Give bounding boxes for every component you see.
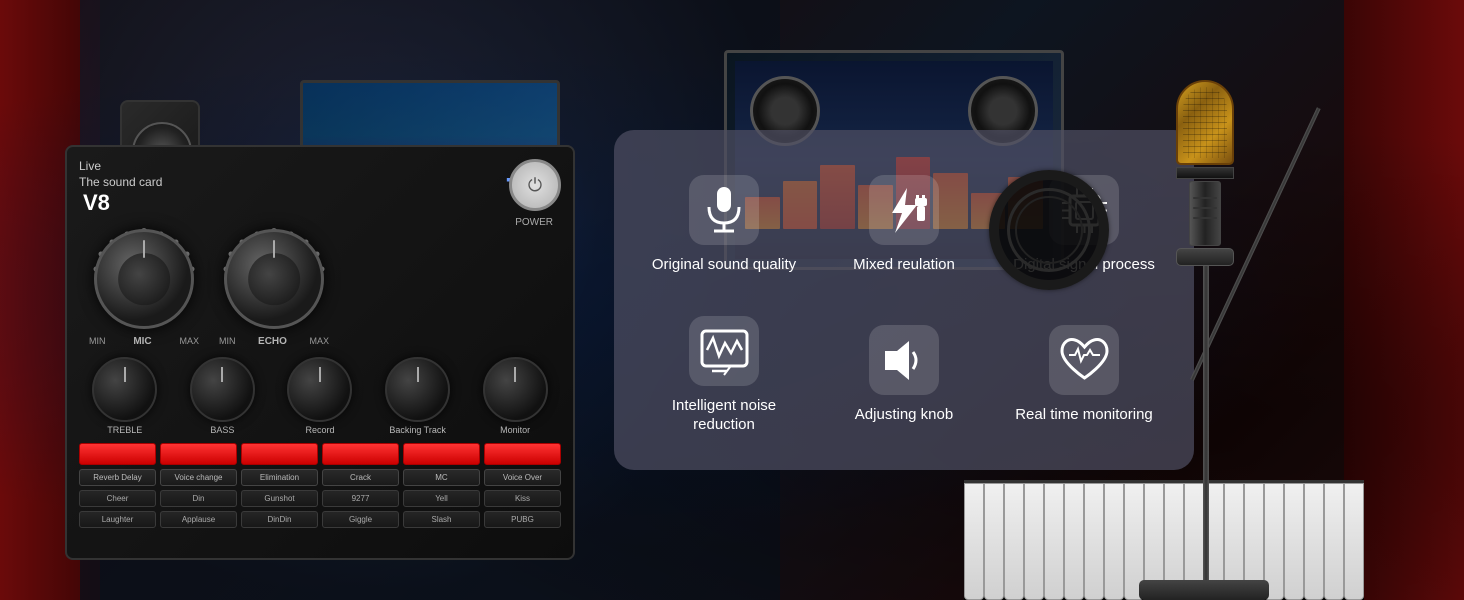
- piano-key: [1104, 483, 1124, 600]
- record-label: Record: [305, 425, 334, 435]
- red-buttons-row: [79, 443, 561, 465]
- effect-9277[interactable]: 9277: [322, 490, 399, 507]
- effects-row-3: Laughter Applause DinDin Giggle Slash PU…: [79, 511, 561, 528]
- feature-mixed-regulation: Mixed reulation: [814, 150, 994, 300]
- monitor-label: Monitor: [500, 425, 530, 435]
- echo-knob[interactable]: [224, 229, 324, 329]
- piano-key: [1284, 483, 1304, 600]
- mixed-icon: [869, 175, 939, 245]
- feature-original-sound: Original sound quality: [634, 150, 814, 300]
- effect-reverb-delay[interactable]: Reverb Delay: [79, 469, 156, 486]
- effect-voice-over[interactable]: Voice Over: [484, 469, 561, 486]
- sound-card-model: V8: [83, 190, 541, 216]
- effect-gunshot[interactable]: Gunshot: [241, 490, 318, 507]
- power-label: POWER: [515, 217, 553, 228]
- red-button-2[interactable]: [160, 443, 237, 465]
- effect-dindin[interactable]: DinDin: [241, 511, 318, 528]
- mic-stand-base: [1139, 580, 1269, 600]
- mic-label: MIC: [133, 336, 151, 347]
- mic-stand-pole: [1203, 260, 1209, 600]
- condenser-mic: [1176, 80, 1234, 266]
- mic-max-label: MAX: [179, 336, 199, 347]
- sound-card-device: Live The sound card V8 ⬝ ⏻ POWER: [65, 145, 575, 560]
- sound-card-brand: Live The sound card: [79, 159, 541, 190]
- red-button-5[interactable]: [403, 443, 480, 465]
- backing-track-label: Backing Track: [389, 425, 446, 435]
- power-button[interactable]: ⏻: [509, 159, 561, 211]
- sound-card-header: Live The sound card V8 ⬝ ⏻ POWER: [79, 159, 561, 216]
- piano-key: [1304, 483, 1324, 600]
- red-button-3[interactable]: [241, 443, 318, 465]
- effect-applause[interactable]: Applause: [160, 511, 237, 528]
- piano-key: [1064, 483, 1084, 600]
- echo-min-label: MIN: [219, 336, 236, 347]
- feature-realtime-monitoring: Real time monitoring: [994, 300, 1174, 450]
- feature-adjusting-knob: Adjusting knob: [814, 300, 994, 450]
- feature-noise-reduction: Intelligent noise reduction: [634, 300, 814, 450]
- effect-elimination[interactable]: Elimination: [241, 469, 318, 486]
- echo-knob-indicator: [273, 240, 275, 258]
- heart-pulse-icon: [1049, 325, 1119, 395]
- effect-mc[interactable]: MC: [403, 469, 480, 486]
- noise-icon: [689, 316, 759, 386]
- effect-laughter[interactable]: Laughter: [79, 511, 156, 528]
- echo-label: ECHO: [258, 336, 287, 347]
- backing-track-knob[interactable]: [385, 357, 450, 422]
- effect-kiss[interactable]: Kiss: [484, 490, 561, 507]
- feature-text-noise: Intelligent noise reduction: [644, 396, 804, 435]
- feature-text-mixed: Mixed reulation: [853, 255, 955, 275]
- effect-pubg[interactable]: PUBG: [484, 511, 561, 528]
- bass-label: BASS: [210, 425, 234, 435]
- effect-voice-change[interactable]: Voice change: [160, 469, 237, 486]
- piano-key: [1324, 483, 1344, 600]
- monitor-knob[interactable]: [483, 357, 548, 422]
- microphone-icon: [689, 175, 759, 245]
- effect-crack[interactable]: Crack: [322, 469, 399, 486]
- speaker-icon: [869, 325, 939, 395]
- record-knob[interactable]: [287, 357, 352, 422]
- effect-slash[interactable]: Slash: [403, 511, 480, 528]
- bass-knob[interactable]: [190, 357, 255, 422]
- pop-filter: [989, 170, 1109, 290]
- features-panel: Original sound quality Mixed reulation: [614, 130, 1194, 470]
- piano-key: [1024, 483, 1044, 600]
- effects-row-1: Reverb Delay Voice change Elimination Cr…: [79, 469, 561, 486]
- piano-key: [1344, 483, 1364, 600]
- feature-text-original-sound: Original sound quality: [652, 255, 796, 275]
- red-button-1[interactable]: [79, 443, 156, 465]
- echo-max-label: MAX: [309, 336, 329, 347]
- feature-text-realtime: Real time monitoring: [1015, 405, 1153, 425]
- effect-giggle[interactable]: Giggle: [322, 511, 399, 528]
- piano-key: [1084, 483, 1104, 600]
- effect-din[interactable]: Din: [160, 490, 237, 507]
- mic-knob[interactable]: [94, 229, 194, 329]
- piano-key: [984, 483, 1004, 600]
- treble-knob[interactable]: [92, 357, 157, 422]
- red-button-6[interactable]: [484, 443, 561, 465]
- piano-key: [1004, 483, 1024, 600]
- red-button-4[interactable]: [322, 443, 399, 465]
- mic-knob-indicator: [143, 240, 145, 258]
- piano-key: [1044, 483, 1064, 600]
- effects-row-2: Cheer Din Gunshot 9277 Yell Kiss: [79, 490, 561, 507]
- mic-min-label: MIN: [89, 336, 106, 347]
- piano-key: [964, 483, 984, 600]
- feature-text-adjusting: Adjusting knob: [855, 405, 953, 425]
- treble-label: TREBLE: [107, 425, 142, 435]
- effect-cheer[interactable]: Cheer: [79, 490, 156, 507]
- effect-yell[interactable]: Yell: [403, 490, 480, 507]
